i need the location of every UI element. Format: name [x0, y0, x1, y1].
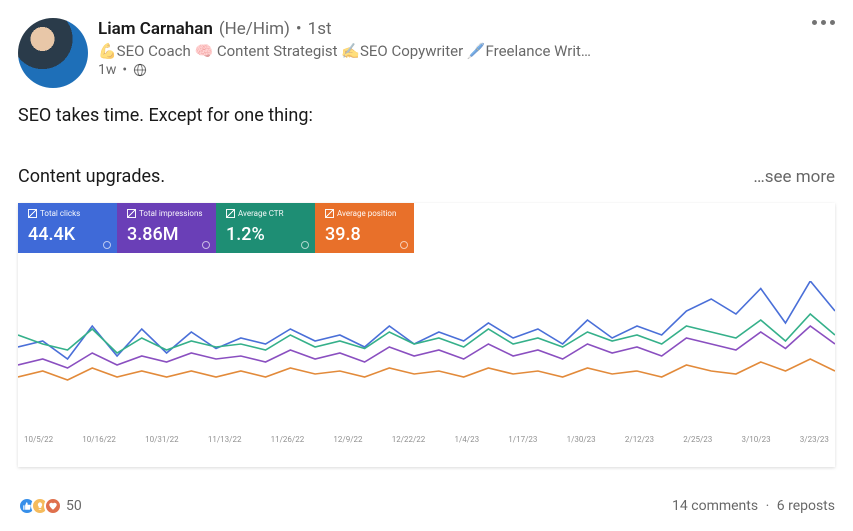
x-axis-tick-label: 11/26/22 [271, 435, 305, 444]
post-overflow-menu[interactable] [812, 20, 835, 25]
comments-count[interactable]: 14 comments [672, 498, 758, 514]
visibility-public-icon [133, 63, 147, 77]
connection-degree: 1st [308, 18, 332, 40]
reaction-count: 50 [66, 498, 82, 514]
x-axis-tick-label: 3/10/23 [741, 435, 770, 444]
metric-value: 1.2% [226, 224, 305, 245]
author-pronoun: (He/Him) [219, 18, 290, 40]
metric-label: Total clicks [28, 209, 107, 218]
x-axis-tick-label: 1/30/23 [567, 435, 596, 444]
info-icon [103, 241, 111, 249]
author-headline: 💪SEO Coach 🧠 Content Strategist ✍️SEO Co… [98, 42, 758, 60]
x-axis-tick-label: 10/31/22 [145, 435, 179, 444]
gsc-line-chart: 10/5/22 10/16/22 10/31/22 11/13/22 11/26/22 1… [18, 281, 835, 461]
info-icon [202, 241, 210, 249]
metric-label: Total impressions [127, 209, 206, 218]
x-axis-tick-label: 11/13/22 [208, 435, 242, 444]
info-icon [400, 241, 408, 249]
post-image-chart[interactable]: Total clicks 44.4K Total impressions 3.8… [18, 203, 835, 467]
dot-separator: • [296, 18, 302, 40]
post-age: 1w [98, 62, 116, 78]
post-text-line: Content upgrades. [18, 163, 165, 190]
metric-value: 39.8 [325, 224, 404, 245]
dot-separator: • [122, 62, 127, 78]
x-axis-tick-label: 10/16/22 [82, 435, 116, 444]
chart-series-line [18, 314, 835, 353]
x-axis-tick-label: 1/4/23 [455, 435, 480, 444]
reaction-icon-stack [18, 497, 62, 515]
author-name[interactable]: Liam Carnahan [98, 18, 213, 40]
reposts-count[interactable]: 6 reposts [777, 498, 835, 514]
post-header: Liam Carnahan (He/Him) • 1st 💪SEO Coach … [18, 18, 835, 88]
post-text-line: SEO takes time. Except for one thing: [18, 102, 835, 129]
metric-total-impressions: Total impressions 3.86M [117, 203, 216, 253]
x-axis-tick-label: 2/25/23 [683, 435, 712, 444]
x-axis-tick-label: 1/17/23 [508, 435, 537, 444]
post-content: SEO takes time. Except for one thing: Co… [18, 102, 835, 191]
x-axis-tick-label: 2/12/23 [625, 435, 654, 444]
x-axis-tick-label: 12/9/22 [333, 435, 362, 444]
chart-series-line [18, 359, 835, 380]
x-axis-tick-label: 10/5/22 [24, 435, 53, 444]
author-avatar[interactable] [18, 18, 88, 88]
x-axis-tick-label: 3/23/23 [800, 435, 829, 444]
info-icon [301, 241, 309, 249]
metric-average-ctr: Average CTR 1.2% [216, 203, 315, 253]
metric-average-position: Average position 39.8 [315, 203, 414, 253]
chart-series-line [18, 281, 835, 359]
gsc-metrics-row: Total clicks 44.4K Total impressions 3.8… [18, 203, 414, 253]
metric-total-clicks: Total clicks 44.4K [18, 203, 117, 253]
dot-separator: · [766, 498, 770, 514]
x-axis-tick-label: 12/22/22 [392, 435, 426, 444]
metric-label: Average CTR [226, 209, 305, 218]
metric-value: 44.4K [28, 224, 107, 245]
metric-label: Average position [325, 209, 404, 218]
social-activity-row: 50 14 comments · 6 reposts [18, 497, 835, 515]
reactions-summary[interactable]: 50 [18, 497, 82, 515]
reaction-love-icon [44, 497, 62, 515]
metric-value: 3.86M [127, 224, 206, 245]
author-block: Liam Carnahan (He/Him) • 1st 💪SEO Coach … [98, 18, 835, 78]
see-more-button[interactable]: …see more [753, 165, 835, 191]
